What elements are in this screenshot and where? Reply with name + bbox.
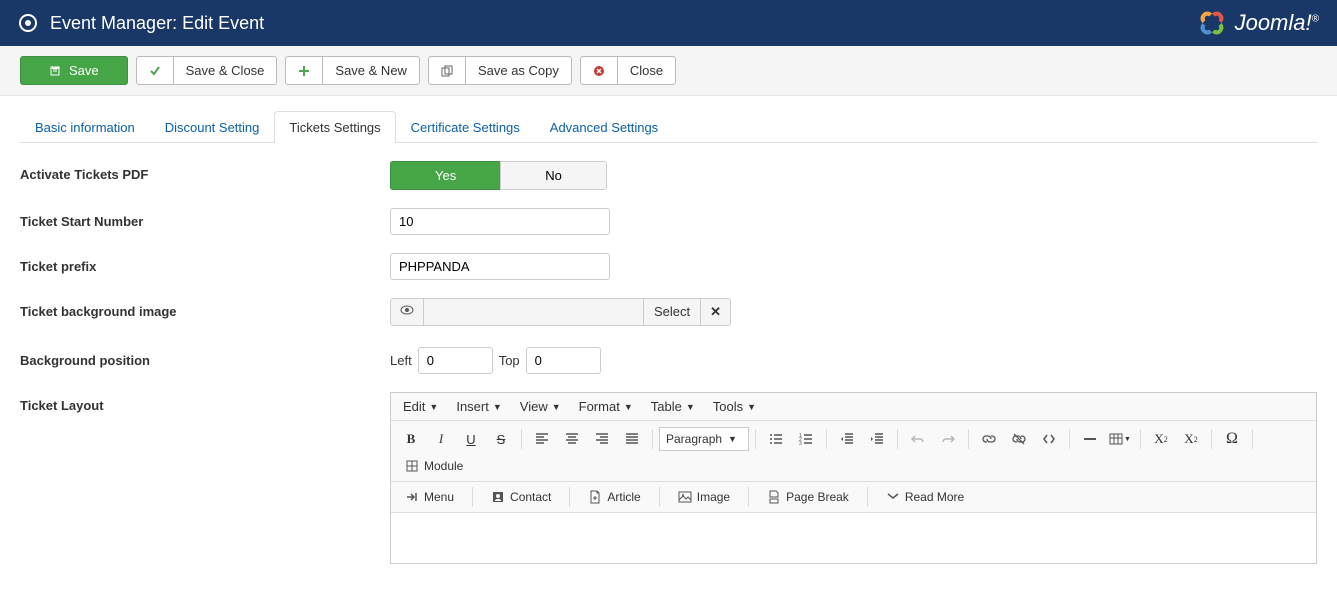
indent-icon[interactable] xyxy=(863,425,891,453)
toolbar: Save Save & Close Save & New Save as Cop… xyxy=(0,46,1337,96)
left-input[interactable] xyxy=(418,347,493,374)
strikethrough-icon[interactable]: S xyxy=(487,425,515,453)
editor-menu-table[interactable]: Table▼ xyxy=(651,399,695,414)
copy-icon xyxy=(441,65,453,77)
label-layout: Ticket Layout xyxy=(20,392,390,413)
save-copy-button[interactable]: Save as Copy xyxy=(465,56,572,85)
italic-icon[interactable]: I xyxy=(427,425,455,453)
align-center-icon[interactable] xyxy=(558,425,586,453)
superscript-icon[interactable]: X2 xyxy=(1177,425,1205,453)
label-bg-image: Ticket background image xyxy=(20,298,390,319)
tab-advanced[interactable]: Advanced Settings xyxy=(535,111,673,143)
editor-menu-format[interactable]: Format▼ xyxy=(579,399,633,414)
tab-certificate[interactable]: Certificate Settings xyxy=(396,111,535,143)
table-icon[interactable]: ▼ xyxy=(1106,425,1134,453)
bg-image-path xyxy=(424,298,644,326)
page-title: Event Manager: Edit Event xyxy=(50,13,264,34)
save-button[interactable]: Save xyxy=(20,56,128,85)
unlink-icon[interactable] xyxy=(1005,425,1033,453)
target-icon xyxy=(18,13,38,33)
preview-icon[interactable] xyxy=(390,298,424,326)
tabs: Basic information Discount Setting Ticke… xyxy=(20,111,1317,143)
label-prefix: Ticket prefix xyxy=(20,253,390,274)
save-new-icon-button[interactable] xyxy=(285,56,323,85)
cancel-icon xyxy=(593,65,605,77)
clear-image-button[interactable]: ✕ xyxy=(701,298,731,326)
menu-button[interactable]: Menu xyxy=(397,486,462,508)
subscript-icon[interactable]: X2 xyxy=(1147,425,1175,453)
article-button[interactable]: Article xyxy=(580,486,648,508)
activate-pdf-toggle: Yes No xyxy=(390,161,607,190)
toggle-yes[interactable]: Yes xyxy=(390,161,500,190)
prefix-input[interactable] xyxy=(390,253,610,280)
bold-icon[interactable]: B xyxy=(397,425,425,453)
contact-button[interactable]: Contact xyxy=(483,486,559,508)
top-label: Top xyxy=(499,353,520,368)
readmore-button[interactable]: Read More xyxy=(878,486,972,508)
undo-icon[interactable] xyxy=(904,425,932,453)
hr-icon[interactable] xyxy=(1076,425,1104,453)
plus-icon xyxy=(298,65,310,77)
close-icon-button[interactable] xyxy=(580,56,618,85)
image-button[interactable]: Image xyxy=(670,486,738,508)
editor-menu-tools[interactable]: Tools▼ xyxy=(713,399,756,414)
pagebreak-button[interactable]: Page Break xyxy=(759,486,857,508)
start-number-input[interactable] xyxy=(390,208,610,235)
tab-basic[interactable]: Basic information xyxy=(20,111,150,143)
svg-text:3: 3 xyxy=(799,441,802,446)
close-button[interactable]: Close xyxy=(617,56,676,85)
align-left-icon[interactable] xyxy=(528,425,556,453)
toggle-no[interactable]: No xyxy=(500,161,607,190)
top-input[interactable] xyxy=(526,347,601,374)
save-new-button[interactable]: Save & New xyxy=(322,56,420,85)
select-image-button[interactable]: Select xyxy=(644,298,701,326)
left-label: Left xyxy=(390,353,412,368)
save-close-icon-button[interactable] xyxy=(136,56,174,85)
align-right-icon[interactable] xyxy=(588,425,616,453)
tab-tickets[interactable]: Tickets Settings xyxy=(274,111,395,143)
paragraph-select[interactable]: Paragraph▼ xyxy=(659,427,749,451)
label-start-number: Ticket Start Number xyxy=(20,208,390,229)
link-icon[interactable] xyxy=(975,425,1003,453)
label-activate-pdf: Activate Tickets PDF xyxy=(20,161,390,182)
check-icon xyxy=(49,64,63,78)
joomla-logo: Joomla!® xyxy=(1197,8,1319,38)
bullet-list-icon[interactable] xyxy=(762,425,790,453)
editor-menu-view[interactable]: View▼ xyxy=(520,399,561,414)
underline-icon[interactable]: U xyxy=(457,425,485,453)
editor-menu-edit[interactable]: Edit▼ xyxy=(403,399,438,414)
align-justify-icon[interactable] xyxy=(618,425,646,453)
number-list-icon[interactable]: 123 xyxy=(792,425,820,453)
label-bg-position: Background position xyxy=(20,347,390,368)
code-icon[interactable] xyxy=(1035,425,1063,453)
header: Event Manager: Edit Event Joomla!® xyxy=(0,0,1337,46)
editor-menu-insert[interactable]: Insert▼ xyxy=(456,399,501,414)
tab-discount[interactable]: Discount Setting xyxy=(150,111,275,143)
editor: Edit▼ Insert▼ View▼ Format▼ Table▼ Tools… xyxy=(390,392,1317,564)
outdent-icon[interactable] xyxy=(833,425,861,453)
save-close-button[interactable]: Save & Close xyxy=(173,56,278,85)
redo-icon[interactable] xyxy=(934,425,962,453)
editor-content[interactable] xyxy=(391,513,1316,563)
omega-icon[interactable]: Ω xyxy=(1218,425,1246,453)
module-button[interactable]: Module xyxy=(397,455,471,477)
save-copy-icon-button[interactable] xyxy=(428,56,466,85)
check-icon xyxy=(149,65,161,77)
